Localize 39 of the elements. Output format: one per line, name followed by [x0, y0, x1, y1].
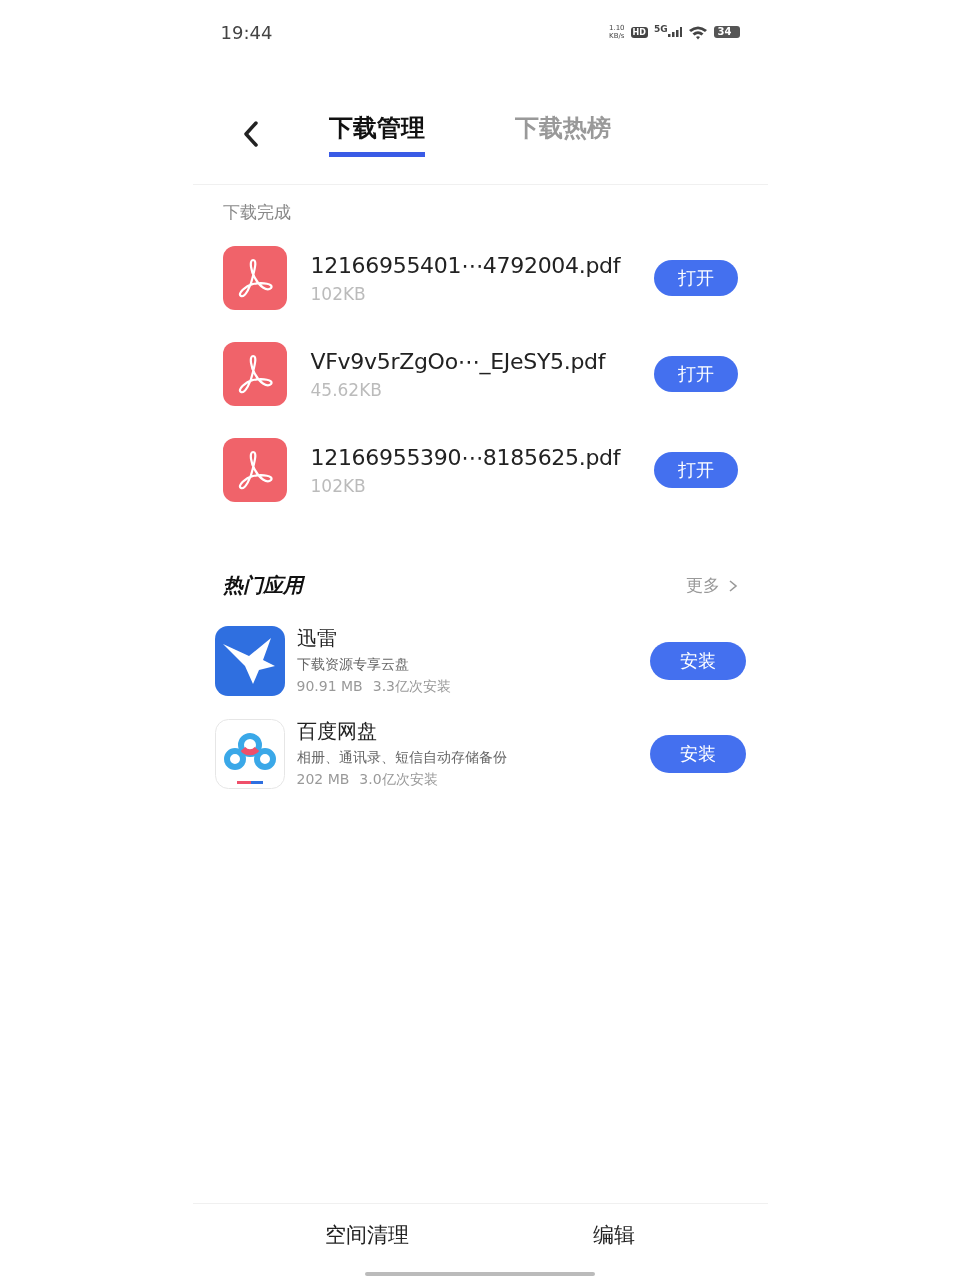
network-label: 5G [653, 24, 668, 34]
file-name: 12166955401⋯4792004.pdf [310, 252, 622, 278]
app-size: 90.91 MB [296, 678, 363, 696]
install-button[interactable]: 安装 [649, 641, 746, 680]
file-size: 102KB [310, 283, 367, 304]
hd-badge: HD [630, 26, 648, 38]
file-name: 12166955390⋯8185625.pdf [310, 444, 622, 470]
tab[interactable]: 下载热榜 [514, 111, 611, 157]
file-name: VFv9v5rZgOo⋯_EJeSY5.pdf [310, 348, 607, 374]
pdf-file-icon [222, 246, 287, 310]
open-button[interactable]: 打开 [653, 452, 738, 488]
pdf-file-icon [222, 342, 287, 406]
bird-app-icon [214, 625, 285, 696]
cloud-app-icon [214, 718, 285, 789]
status-time: 19:44 [220, 21, 273, 43]
app-name: 百度网盘 [296, 718, 378, 745]
app-description: 下载资源专享云盘 [296, 656, 410, 674]
tab[interactable]: 下载管理 [328, 111, 425, 157]
section-title: 热门应用 [222, 572, 303, 599]
app-size: 202 MB [296, 771, 350, 789]
more-link[interactable]: 更多 [685, 574, 738, 597]
section-title: 下载完成 [221, 201, 292, 224]
bottom-action[interactable]: 空间清理 [318, 1220, 415, 1250]
chevron-right-icon [727, 578, 738, 593]
install-count: 3.3亿次安装 [372, 678, 451, 696]
app-description: 相册、通讯录、短信自动存储备份 [296, 749, 508, 767]
install-button[interactable]: 安装 [649, 734, 746, 773]
pdf-file-icon [222, 438, 287, 502]
open-button[interactable]: 打开 [653, 356, 738, 392]
install-count: 3.0亿次安装 [359, 771, 438, 789]
app-name: 迅雷 [296, 625, 338, 652]
bottom-action[interactable]: 编辑 [587, 1220, 642, 1250]
back-icon[interactable] [242, 121, 259, 147]
wifi-icon [687, 24, 708, 40]
open-button[interactable]: 打开 [653, 260, 738, 296]
battery-icon: 34 [713, 26, 740, 38]
signal-icon [667, 27, 682, 37]
file-size: 45.62KB [310, 379, 383, 400]
file-size: 102KB [310, 475, 367, 496]
